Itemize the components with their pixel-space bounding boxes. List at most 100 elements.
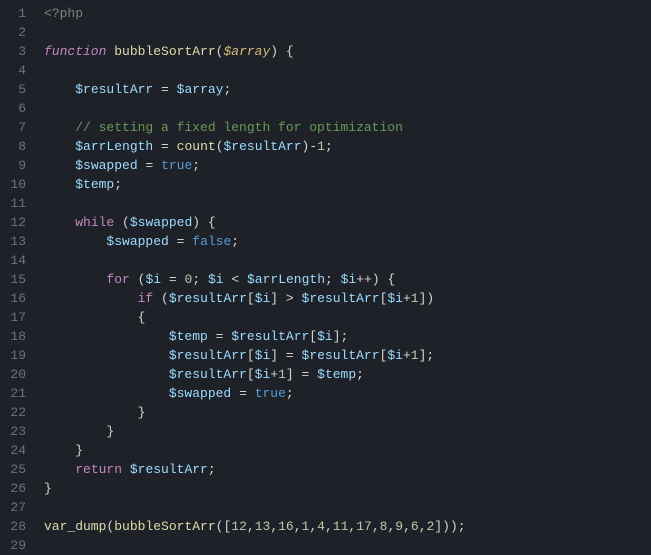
token-paren_open: ( (122, 215, 130, 230)
token-paren_close: ) (192, 215, 200, 230)
token-bracket_close: ] (270, 348, 278, 363)
line-number: 26 (6, 479, 26, 498)
line-number: 16 (6, 289, 26, 308)
token-brace_close: } (44, 481, 52, 496)
line-number: 12 (6, 213, 26, 232)
code-line (44, 61, 651, 80)
token-kw_for: for (106, 272, 129, 287)
code-editor: 1234567891011121314151617181920212223242… (0, 0, 651, 551)
code-line: <?php (44, 4, 651, 23)
token-semi: ; (458, 519, 466, 534)
token-paren_open: ( (216, 139, 224, 154)
code-area[interactable]: <?php function bubbleSortArr($array) { $r… (36, 0, 651, 551)
token-semi: ; (208, 462, 216, 477)
token-num: 1 (302, 519, 310, 534)
line-number: 15 (6, 270, 26, 289)
token-fn_count: count (177, 139, 216, 154)
token-var_i: $i (255, 367, 271, 382)
code-line (44, 251, 651, 270)
token-param_array: $array (223, 44, 270, 59)
code-line: { (44, 308, 651, 327)
token-fn_bubbleSortArr: bubbleSortArr (114, 519, 215, 534)
line-number: 4 (6, 61, 26, 80)
token-comment_opt: // setting a fixed length for optimizati… (75, 120, 403, 135)
token-var_resultArr: $resultArr (75, 82, 153, 97)
token-op_gt: > (286, 291, 294, 306)
token-bool_true: true (255, 386, 286, 401)
code-line: $swapped = false; (44, 232, 651, 251)
code-line: $temp = $resultArr[$i]; (44, 327, 651, 346)
code-line (44, 99, 651, 118)
token-brace_open: { (387, 272, 395, 287)
token-var_resultArr: $resultArr (130, 462, 208, 477)
token-var_temp: $temp (317, 367, 356, 382)
line-number: 20 (6, 365, 26, 384)
token-var_resultArr: $resultArr (224, 139, 302, 154)
token-var_swapped: $swapped (169, 386, 231, 401)
token-op_plus: + (403, 291, 411, 306)
token-kw_return: return (75, 462, 122, 477)
token-num_1: 1 (411, 291, 419, 306)
token-num: 16 (278, 519, 294, 534)
token-op_plus: + (403, 348, 411, 363)
token-var_arrLength: $arrLength (75, 139, 153, 154)
line-number: 10 (6, 175, 26, 194)
token-var_i: $i (387, 291, 403, 306)
token-num_1: 1 (278, 367, 286, 382)
token-num_1: 1 (411, 348, 419, 363)
token-op_plus: + (270, 367, 278, 382)
token-semi: ; (356, 367, 364, 382)
code-line: } (44, 422, 651, 441)
token-bracket_open: [ (247, 291, 255, 306)
token-bracket_close: ] (270, 291, 278, 306)
code-line: // setting a fixed length for optimizati… (44, 118, 651, 137)
token-num: 9 (395, 519, 403, 534)
token-semi: ; (192, 272, 200, 287)
token-bracket_close: ] (286, 367, 294, 382)
token-var_i: $i (145, 272, 161, 287)
token-fn_bubbleSortArr: bubbleSortArr (114, 44, 215, 59)
token-brace_open: { (286, 44, 294, 59)
token-op_eq: = (169, 272, 177, 287)
token-op_eq: = (302, 367, 310, 382)
code-line: var_dump(bubbleSortArr([12,13,16,1,4,11,… (44, 517, 651, 536)
token-var_resultArr: $resultArr (302, 291, 380, 306)
line-number: 22 (6, 403, 26, 422)
line-number: 21 (6, 384, 26, 403)
token-num: 11 (333, 519, 349, 534)
token-num: 6 (411, 519, 419, 534)
token-var_swapped: $swapped (75, 158, 137, 173)
code-line (44, 23, 651, 42)
line-number: 7 (6, 118, 26, 137)
token-op_eq: = (145, 158, 153, 173)
code-line: $resultArr[$i] = $resultArr[$i+1]; (44, 346, 651, 365)
token-semi: ; (325, 272, 333, 287)
token-paren_close: ) (270, 44, 278, 59)
token-var_i: $i (317, 329, 333, 344)
line-number: 18 (6, 327, 26, 346)
token-kw_if: if (138, 291, 154, 306)
code-line (44, 498, 651, 517)
token-op_eq: = (216, 329, 224, 344)
code-line: function bubbleSortArr($array) { (44, 42, 651, 61)
token-bool_true: true (161, 158, 192, 173)
token-semi: ; (114, 177, 122, 192)
token-brace_close: } (138, 405, 146, 420)
token-var_resultArr: $resultArr (169, 291, 247, 306)
token-op_pp: ++ (356, 272, 372, 287)
token-var_swapped: $swapped (130, 215, 192, 230)
token-num: 4 (317, 519, 325, 534)
token-num_minus1: 1 (317, 139, 325, 154)
token-brace_close: } (106, 424, 114, 439)
token-bracket_close: ] (333, 329, 341, 344)
line-number: 24 (6, 441, 26, 460)
token-semi: ; (286, 386, 294, 401)
code-line: } (44, 441, 651, 460)
line-number: 3 (6, 42, 26, 61)
line-gutter: 1234567891011121314151617181920212223242… (0, 0, 36, 551)
token-semi: ; (223, 82, 231, 97)
token-var_i: $i (208, 272, 224, 287)
line-number: 17 (6, 308, 26, 327)
line-number: 8 (6, 137, 26, 156)
code-line: $resultArr[$i+1] = $temp; (44, 365, 651, 384)
